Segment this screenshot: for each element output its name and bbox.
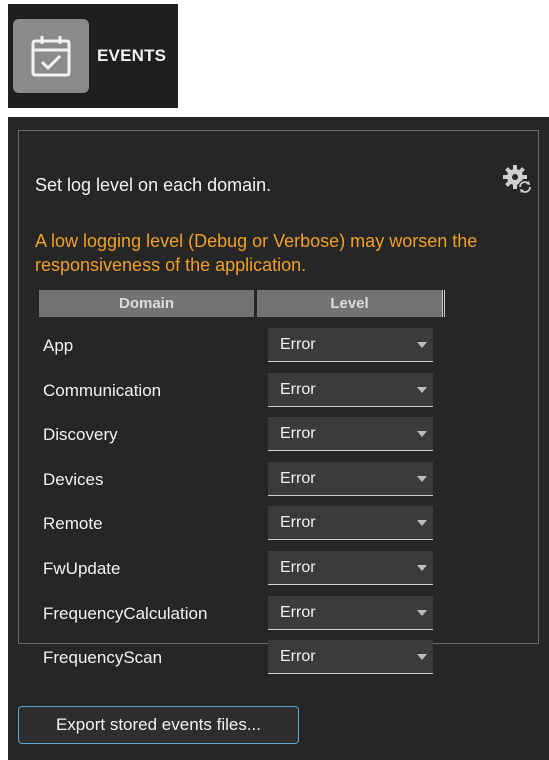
domain-label: FrequencyScan [43, 648, 163, 667]
chevron-down-icon [417, 431, 427, 437]
events-icon-button[interactable] [13, 19, 89, 93]
domain-label: FwUpdate [43, 559, 121, 578]
level-value: Error [280, 648, 316, 665]
level-dropdown[interactable]: Error [268, 596, 433, 630]
chevron-down-icon [417, 654, 427, 660]
gear-refresh-icon[interactable] [503, 165, 533, 195]
level-dropdown[interactable]: Error [268, 373, 433, 407]
level-dropdown[interactable]: Error [268, 462, 433, 496]
level-dropdown[interactable]: Error [268, 328, 433, 362]
domain-label: Remote [43, 514, 103, 533]
chevron-down-icon [417, 520, 427, 526]
table-row: App Error [19, 328, 459, 364]
column-resize-handle[interactable] [442, 290, 445, 317]
table-row: Discovery Error [19, 417, 459, 453]
chevron-down-icon [417, 476, 427, 482]
level-value: Error [280, 381, 316, 398]
table-row: Devices Error [19, 462, 459, 498]
domain-label: FrequencyCalculation [43, 604, 208, 623]
chevron-down-icon [417, 565, 427, 571]
log-settings-panel: Set log level on each domain. A low logg… [8, 117, 549, 760]
level-value: Error [280, 470, 316, 487]
export-events-button[interactable]: Export stored events files... [18, 706, 299, 744]
logging-warning: A low logging level (Debug or Verbose) m… [35, 231, 478, 275]
chevron-down-icon [417, 342, 427, 348]
table-row: Communication Error [19, 373, 459, 409]
table-row: FrequencyCalculation Error [19, 596, 459, 632]
level-value: Error [280, 604, 316, 621]
table-row: Remote Error [19, 506, 459, 542]
level-value: Error [280, 514, 316, 531]
level-dropdown[interactable]: Error [268, 640, 433, 674]
chevron-down-icon [417, 387, 427, 393]
column-header-level[interactable]: Level [257, 290, 442, 317]
domain-label: App [43, 336, 74, 355]
table-row: FwUpdate Error [19, 551, 459, 587]
log-level-description: Set log level on each domain. [35, 175, 272, 195]
chevron-down-icon [417, 610, 427, 616]
table-header: Domain Level [39, 290, 459, 317]
log-level-settings-box: Set log level on each domain. A low logg… [18, 130, 539, 674]
table-row: FrequencyScan Error [19, 640, 459, 676]
level-dropdown[interactable]: Error [268, 417, 433, 451]
level-value: Error [280, 559, 316, 576]
events-tab-label: EVENTS [97, 46, 167, 65]
level-value: Error [280, 425, 316, 442]
domain-label: Communication [43, 381, 162, 400]
calendar-check-icon [31, 36, 71, 77]
level-dropdown[interactable]: Error [268, 551, 433, 585]
level-value: Error [280, 336, 316, 353]
events-tab[interactable]: EVENTS [8, 4, 178, 108]
level-dropdown[interactable]: Error [268, 506, 433, 540]
domain-label: Devices [43, 470, 104, 489]
domain-label: Discovery [43, 425, 118, 444]
column-header-domain[interactable]: Domain [39, 290, 254, 317]
